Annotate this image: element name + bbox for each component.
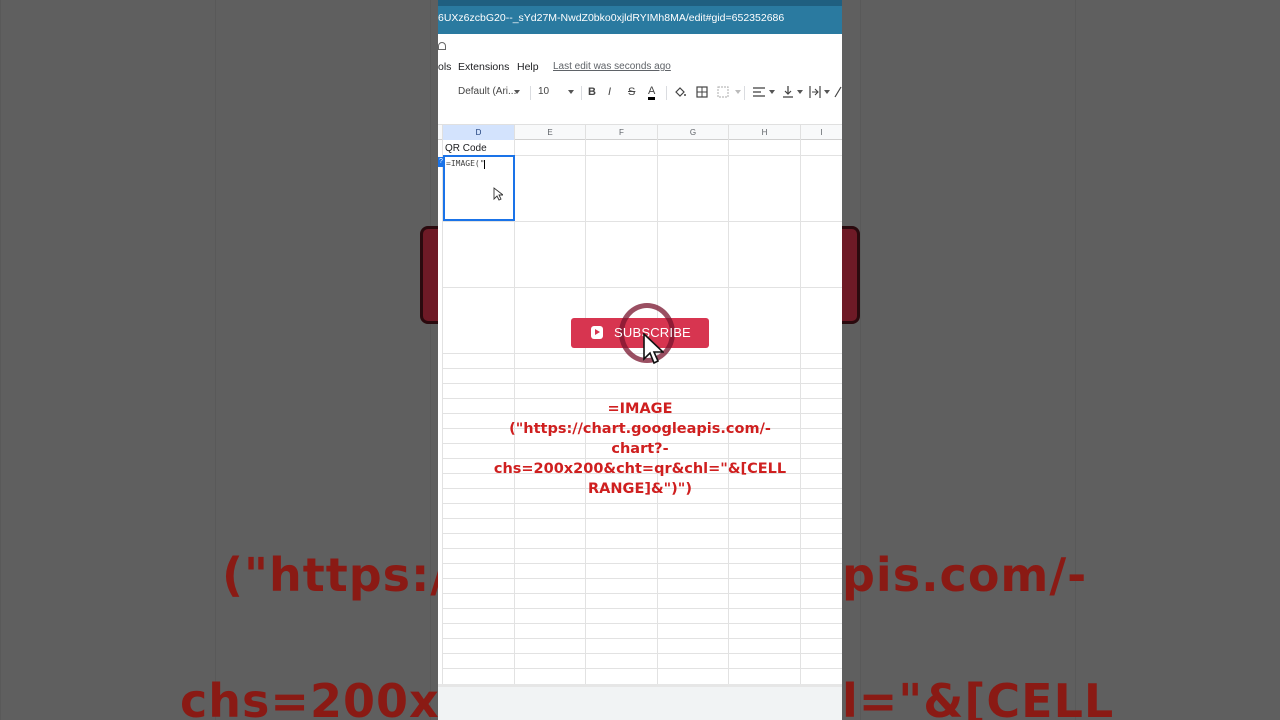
url-text[interactable]: 6UXz6zcbG20--_sYd27M-NwdZ0bko0xjldRYIMh8… [438, 12, 784, 24]
menu-extensions[interactable]: Extensions [458, 61, 509, 73]
formula-line: chart?- [611, 441, 669, 457]
grid-line [442, 563, 842, 564]
toolbar-divider [530, 86, 531, 100]
vertical-align-icon[interactable] [783, 86, 793, 98]
vertical-align-caret-icon[interactable] [797, 90, 803, 94]
font-size-select[interactable]: 10 [538, 86, 549, 97]
mouse-pointer-icon [493, 187, 503, 201]
borders-icon[interactable] [696, 86, 708, 98]
grid-line [442, 368, 842, 369]
background-text: pis.com/- [842, 548, 1088, 602]
formula-caption: =IMAGE ("https://chart.googleapis.com/- … [490, 399, 790, 499]
active-cell-formula[interactable]: =IMAGE(" [446, 159, 485, 168]
fill-color-icon[interactable] [674, 86, 686, 98]
toolbar: Default (Ari... 10 B I S A [438, 78, 842, 108]
active-cell-editor[interactable]: =IMAGE(" [443, 155, 515, 221]
grid-line [442, 593, 842, 594]
address-bar[interactable]: 6UXz6zcbG20--_sYd27M-NwdZ0bko0xjldRYIMh8… [438, 0, 842, 34]
strikethrough-button[interactable]: S [628, 86, 635, 98]
column-header-e[interactable]: E [514, 125, 585, 140]
text-rotation-icon[interactable] [834, 86, 842, 98]
formula-line: chs=200x200&cht=qr&chl="&[CELL [493, 461, 787, 477]
large-pointer-icon [643, 333, 664, 365]
merge-caret-icon[interactable] [735, 90, 741, 94]
column-header-g[interactable]: G [657, 125, 728, 140]
grid-line [442, 668, 842, 669]
menu-help[interactable]: Help [517, 61, 539, 73]
background-text: ("https:// [222, 548, 467, 602]
cell-d1-qr-code[interactable]: QR Code [445, 143, 487, 154]
grid-line [442, 287, 842, 288]
font-size-caret-icon[interactable] [568, 90, 574, 94]
menu-bar: ols Extensions Help Last edit was second… [438, 34, 842, 78]
video-frame: 6UXz6zcbG20--_sYd27M-NwdZ0bko0xjldRYIMh8… [438, 0, 842, 720]
column-header-d[interactable]: D [442, 125, 514, 140]
grid-line [442, 623, 842, 624]
toolbar-divider [666, 86, 667, 100]
text-cursor [484, 160, 485, 169]
text-wrap-icon[interactable] [809, 86, 821, 98]
merge-cells-icon[interactable] [717, 86, 729, 98]
background-text: chs=200x [180, 674, 440, 720]
toolbar-divider [744, 86, 745, 100]
font-family-caret-icon[interactable] [514, 90, 520, 94]
grid-line [442, 608, 842, 609]
grid-line [442, 383, 842, 384]
italic-button[interactable]: I [608, 86, 611, 98]
bold-button[interactable]: B [588, 86, 596, 98]
youtube-play-icon [591, 326, 603, 339]
grid-line [442, 548, 842, 549]
grid-line [442, 638, 842, 639]
column-headers: D E F G H I [438, 124, 842, 140]
sheet-tabs-bar [438, 684, 842, 720]
grid-line [442, 578, 842, 579]
grid-line [442, 533, 842, 534]
grid-line [442, 653, 842, 654]
grid-line [442, 221, 842, 222]
align-caret-icon[interactable] [769, 90, 775, 94]
cloud-status-icon [438, 42, 446, 50]
text-wrap-caret-icon[interactable] [824, 90, 830, 94]
column-header-f[interactable]: F [585, 125, 657, 140]
subscribe-button[interactable]: SUBSCRIBE [571, 303, 709, 363]
grid-line [442, 503, 842, 504]
background-text: l="&[CELL [842, 674, 1115, 720]
grid-line [442, 518, 842, 519]
toolbar-divider [581, 86, 582, 100]
column-header-h[interactable]: H [728, 125, 800, 140]
column-header-i[interactable]: I [800, 125, 842, 140]
last-edit-link[interactable]: Last edit was seconds ago [553, 61, 671, 72]
menu-tools[interactable]: ols [438, 61, 451, 73]
align-left-icon[interactable] [753, 87, 765, 97]
font-family-select[interactable]: Default (Ari... [458, 86, 516, 97]
formula-line: RANGE]&")") [588, 481, 692, 497]
formula-line: =IMAGE [607, 401, 673, 417]
formula-line: ("https://chart.googleapis.com/- [509, 421, 771, 437]
text-color-button[interactable]: A [648, 86, 656, 100]
